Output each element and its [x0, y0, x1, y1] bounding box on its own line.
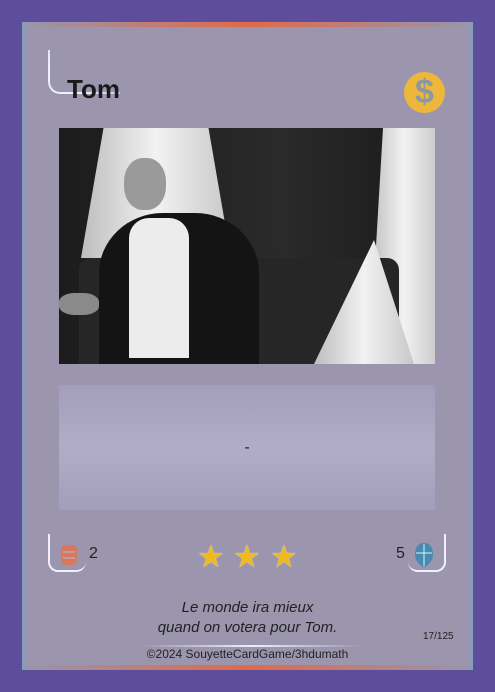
defense-value: 5	[396, 545, 405, 562]
bottom-accent-bar	[22, 665, 473, 670]
quote-line-1: Le monde ira mieux	[181, 599, 314, 616]
fist-icon	[61, 545, 77, 565]
card-number: 17/125	[423, 631, 454, 642]
attack-value: 2	[89, 545, 98, 562]
copyright: ©2024 SouyetteCardGame/3hdumath	[146, 647, 349, 661]
top-accent-bar	[22, 22, 473, 27]
flavor-quote: Le monde ira mieux quand on votera pour …	[22, 598, 473, 638]
star-icon: ★	[233, 539, 261, 574]
description-box: -	[59, 385, 435, 510]
character-photo	[59, 128, 435, 364]
star-icon: ★	[270, 539, 298, 574]
star-icon: ★	[197, 539, 225, 574]
defense-frame	[408, 534, 446, 572]
quote-line-2: quand on votera pour Tom.	[157, 619, 338, 636]
description-text: -	[244, 439, 250, 456]
card-name: Tom	[67, 74, 120, 104]
card[interactable]: Tom $ - 2 ★ ★ ★ 5 Le monde ira mieux qua…	[22, 22, 473, 670]
dollar-coin-icon: $	[404, 72, 445, 113]
